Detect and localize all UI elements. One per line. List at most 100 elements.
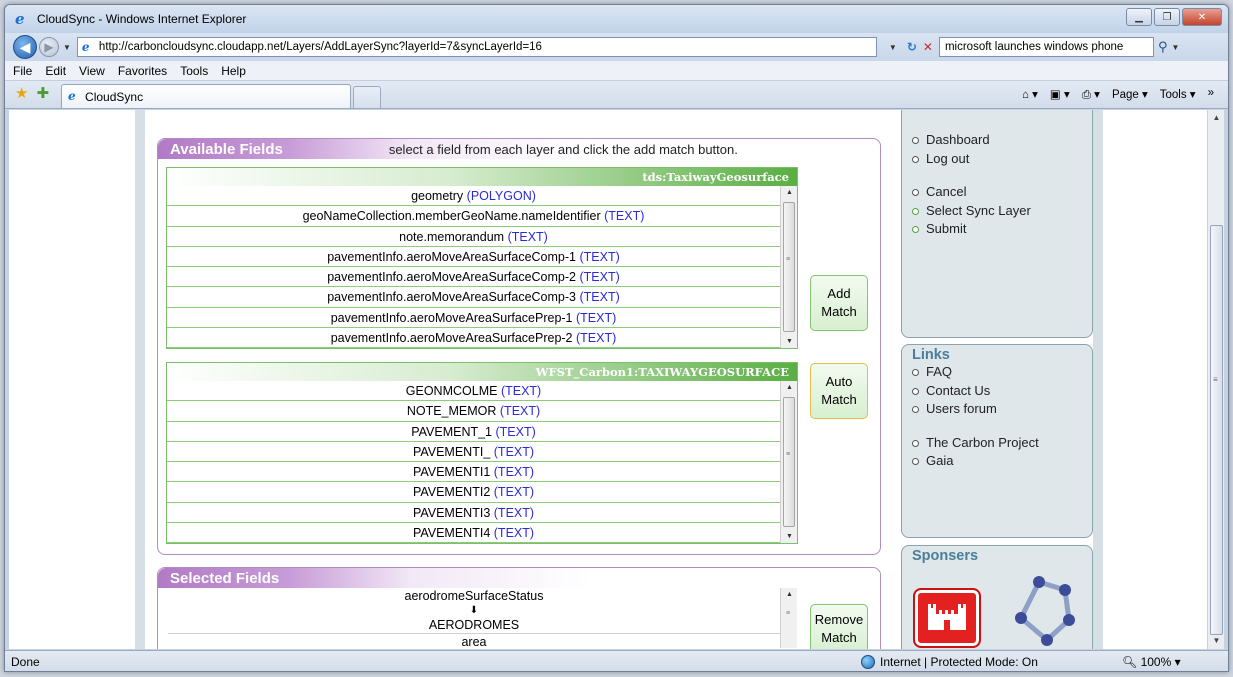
field-name: PAVEMENTI4 (412, 526, 491, 541)
scroll-grip-icon: ≡ (786, 451, 791, 458)
field-row[interactable]: PAVEMENTI2 (TEXT) (167, 482, 780, 503)
scroll-up-icon[interactable]: ▲ (781, 384, 798, 391)
field-row[interactable]: pavementInfo.aeroMoveAreaSurfaceComp-1 (… (167, 247, 780, 268)
url-text: http://carboncloudsync.cloudapp.net/Laye… (98, 41, 542, 53)
army-corps-castle-logo[interactable] (913, 588, 981, 648)
field-row[interactable]: pavementInfo.aeroMoveAreaSurfacePrep-1 (… (167, 308, 780, 329)
bullet-icon (912, 189, 919, 196)
sidebar-item-label: Cancel (926, 184, 967, 199)
field-row[interactable]: pavementInfo.aeroMoveAreaSurfaceComp-2 (… (167, 267, 780, 288)
page-menu[interactable]: Page ▾ (1112, 87, 1148, 102)
field-row[interactable]: PAVEMENTI3 (TEXT) (167, 503, 780, 524)
auto-match-button[interactable]: Auto Match (810, 363, 868, 419)
scroll-thumb[interactable] (783, 397, 795, 527)
field-name: PAVEMENT_1 (411, 424, 493, 439)
chevron-right-icon[interactable]: » (1208, 87, 1214, 102)
maximize-button[interactable]: ❐ (1154, 8, 1180, 26)
sidebar-item-dashboard[interactable]: Dashboard (902, 131, 1092, 150)
zoom-control[interactable]: 🔍︎ 100% ▾ (1122, 655, 1181, 669)
search-input[interactable]: microsoft launches windows phone (938, 37, 1154, 57)
remove-match-button[interactable]: Remove Match (810, 604, 868, 649)
scroll-up-icon[interactable]: ▲ (1208, 110, 1225, 126)
tab-cloudsync[interactable]: e CloudSync (61, 84, 352, 108)
field-row[interactable]: PAVEMENTI_ (TEXT) (167, 442, 780, 463)
home-icon[interactable]: ⌂ ▾ (1022, 87, 1038, 102)
add-favorite-icon[interactable]: ✚ (36, 84, 49, 102)
menu-help[interactable]: Help (221, 64, 246, 78)
back-button[interactable]: ◀ (13, 35, 37, 59)
source-field-list[interactable]: tds:TaxiwayGeosurface geometry (POLYGON)… (166, 167, 798, 349)
link-users-forum[interactable]: Users forum (902, 400, 1092, 419)
field-row[interactable]: PAVEMENT_1 (TEXT) (167, 422, 780, 442)
sidebar-item-select-sync-layer[interactable]: Select Sync Layer (902, 202, 1092, 221)
url-dropdown-icon[interactable]: ▼ (889, 43, 897, 52)
sidebar-item-cancel[interactable]: Cancel (902, 183, 1092, 202)
new-tab-button[interactable] (353, 86, 382, 108)
target-field-list[interactable]: WFST_Carbon1:TAXIWAYGEOSURFACE GEONMCOLM… (166, 362, 798, 544)
selected-target-field[interactable]: AERODROMES (168, 617, 780, 634)
field-name: note.memorandum (399, 229, 505, 244)
source-list-scrollbar[interactable]: ▲ ≡ ▼ (780, 186, 797, 348)
scroll-down-icon[interactable]: ▼ (781, 338, 798, 345)
field-row[interactable]: pavementInfo.aeroMoveAreaSurfacePrep-2 (… (167, 328, 780, 349)
search-icon[interactable]: ⚲ (1158, 39, 1168, 55)
menu-file[interactable]: File (13, 64, 32, 78)
field-row[interactable]: PAVEMENTI4 (TEXT) (167, 523, 780, 544)
selected-source-field[interactable]: aerodromeSurfaceStatus (168, 588, 780, 605)
search-options-dropdown-icon[interactable]: ▼ (1172, 43, 1180, 52)
tools-menu[interactable]: Tools ▾ (1160, 87, 1196, 102)
url-input[interactable]: e http://carboncloudsync.cloudapp.net/La… (76, 37, 877, 57)
field-row[interactable]: geometry (POLYGON) (167, 186, 780, 207)
field-row[interactable]: PAVEMENTI1 (TEXT) (167, 462, 780, 483)
bullet-icon (912, 155, 919, 163)
field-row[interactable]: note.memorandum (TEXT) (167, 227, 780, 247)
link-carbon-project[interactable]: The Carbon Project (902, 434, 1092, 453)
field-row[interactable]: GEONMCOLME (TEXT) (167, 381, 780, 402)
sidebar-item-submit[interactable]: Submit (902, 220, 1092, 239)
scroll-up-icon[interactable]: ▲ (781, 591, 798, 598)
auto-match-label-1: Auto (825, 374, 853, 389)
minimize-button[interactable]: ▁ (1126, 8, 1152, 26)
page-scroll-thumb[interactable] (1210, 225, 1223, 635)
field-name: GEONMCOLME (405, 384, 498, 398)
menu-bar: File Edit View Favorites Tools Help (5, 61, 1228, 81)
field-row[interactable]: geoNameCollection.memberGeoName.nameIden… (167, 206, 780, 227)
sidebar-item-label: Dashboard (926, 132, 990, 147)
menu-favorites[interactable]: Favorites (118, 64, 167, 78)
menu-view[interactable]: View (79, 64, 105, 78)
link-gaia[interactable]: Gaia (902, 452, 1092, 471)
scroll-thumb[interactable] (783, 202, 795, 332)
refresh-icon[interactable]: ↻ (907, 40, 917, 54)
link-contact-us[interactable]: Contact Us (902, 382, 1092, 401)
scroll-up-icon[interactable]: ▲ (781, 189, 798, 196)
feeds-icon[interactable]: ▣ ▾ (1050, 87, 1070, 102)
link-faq[interactable]: FAQ (902, 363, 1092, 382)
field-type: (TEXT) (576, 331, 617, 346)
selected-list-scrollbar[interactable]: ▲ ≡ (780, 588, 797, 648)
stop-icon[interactable]: ✕ (923, 40, 933, 54)
print-icon[interactable]: ⎙ ▾ (1082, 87, 1100, 102)
menu-edit[interactable]: Edit (45, 64, 66, 78)
add-match-label-1: Add (827, 286, 851, 301)
target-list-scrollbar[interactable]: ▲ ≡ ▼ (780, 381, 797, 543)
scroll-down-icon[interactable]: ▼ (781, 533, 798, 540)
field-row[interactable]: pavementInfo.aeroMoveAreaSurfaceComp-3 (… (167, 287, 780, 308)
tab-label: CloudSync (85, 89, 144, 104)
scroll-grip-icon: ≡ (1213, 375, 1218, 384)
selected-next-field[interactable]: area (168, 634, 780, 649)
bullet-icon (912, 406, 919, 413)
page-scrollbar[interactable]: ▲ ≡ ▼ (1207, 110, 1224, 649)
security-zone[interactable]: Internet | Protected Mode: On (861, 655, 1038, 669)
recent-pages-dropdown-icon[interactable]: ▼ (63, 43, 71, 52)
field-row[interactable]: NOTE_MEMOR (TEXT) (167, 401, 780, 422)
close-button[interactable]: ✕ (1182, 8, 1222, 26)
scroll-down-icon[interactable]: ▼ (1208, 633, 1225, 649)
gaia-molecule-logo[interactable] (1009, 574, 1081, 649)
forward-button[interactable]: ▶ (39, 37, 59, 57)
menu-tools[interactable]: Tools (180, 64, 208, 78)
sidebar-item-logout[interactable]: Log out (902, 150, 1092, 169)
selected-fields-list[interactable]: aerodromeSurfaceStatus ⬇ AERODROMES area (168, 588, 780, 649)
add-match-button[interactable]: Add Match (810, 275, 868, 331)
favorites-star-icon[interactable]: ★ (15, 84, 28, 102)
selected-fields-panel: Selected Fields aerodromeSurfaceStatus ⬇… (157, 567, 881, 649)
